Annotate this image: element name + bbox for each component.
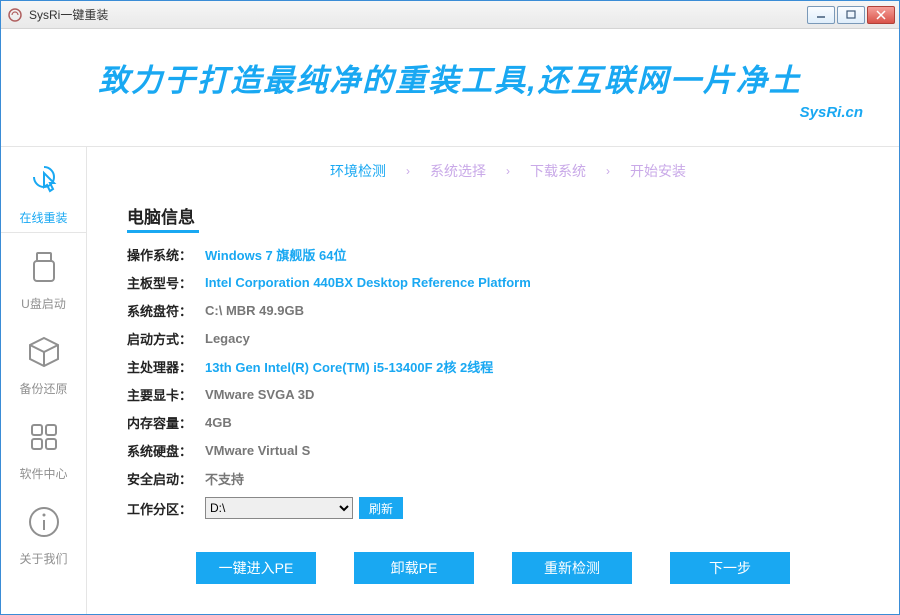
info-value-boot: Legacy [205, 331, 250, 346]
info-value-ram: 4GB [205, 415, 232, 430]
window-title: SysRi一键重装 [29, 6, 807, 23]
chevron-right-icon: › [506, 164, 510, 178]
refresh-button[interactable]: 刷新 [359, 497, 403, 519]
info-label: 主要显卡： [127, 385, 205, 404]
sidebar-item-backup-restore[interactable]: 备份还原 [1, 318, 86, 403]
info-row-boot: 启动方式： Legacy [127, 329, 859, 348]
step-env-check[interactable]: 环境检测 [330, 161, 386, 181]
next-button[interactable]: 下一步 [670, 552, 790, 584]
content: 环境检测 › 系统选择 › 下载系统 › 开始安装 电脑信息 操作系统： Win… [87, 147, 899, 614]
info-row-board: 主板型号： Intel Corporation 440BX Desktop Re… [127, 273, 859, 292]
info-row-os: 操作系统： Windows 7 旗舰版 64位 [127, 245, 859, 264]
sidebar-item-label: 软件中心 [19, 465, 67, 482]
minimize-button[interactable] [807, 6, 835, 24]
info-row-cpu: 主处理器： 13th Gen Intel(R) Core(TM) i5-1340… [127, 357, 859, 376]
sidebar-item-software-center[interactable]: 软件中心 [1, 403, 86, 488]
sidebar-item-usb-boot[interactable]: U盘启动 [1, 233, 86, 318]
banner-site: SysRi.cn [800, 104, 863, 121]
step-install[interactable]: 开始安装 [630, 161, 686, 181]
sidebar: 在线重装 U盘启动 备份还原 [1, 147, 87, 614]
recheck-button[interactable]: 重新检测 [512, 552, 632, 584]
section-title: 电脑信息 [127, 203, 859, 228]
info-label: 操作系统： [127, 245, 205, 264]
info-label: 内存容量： [127, 413, 205, 432]
info-label: 系统盘符： [127, 301, 205, 320]
sidebar-item-label: 在线重装 [19, 209, 67, 226]
footer-buttons: 一键进入PE 卸载PE 重新检测 下一步 [127, 552, 859, 584]
touch-icon [20, 157, 68, 205]
info-row-ram: 内存容量： 4GB [127, 413, 859, 432]
info-row-workpart: 工作分区： D:\ 刷新 [127, 497, 859, 519]
info-label: 启动方式： [127, 329, 205, 348]
step-system-select[interactable]: 系统选择 [430, 161, 486, 181]
info-value-secureboot: 不支持 [205, 469, 244, 488]
apps-icon [20, 413, 68, 461]
sidebar-item-online-reinstall[interactable]: 在线重装 [1, 147, 86, 233]
info-row-secureboot: 安全启动： 不支持 [127, 469, 859, 488]
info-value-os[interactable]: Windows 7 旗舰版 64位 [205, 245, 346, 264]
chevron-right-icon: › [606, 164, 610, 178]
info-value-board[interactable]: Intel Corporation 440BX Desktop Referenc… [205, 275, 531, 290]
workpart-select[interactable]: D:\ [205, 497, 353, 519]
info-row-gpu: 主要显卡： VMware SVGA 3D [127, 385, 859, 404]
sidebar-item-label: U盘启动 [21, 295, 66, 312]
banner: 致力于打造最纯净的重装工具,还互联网一片净土 SysRi.cn [1, 29, 899, 147]
info-icon [20, 498, 68, 546]
info-value-cpu[interactable]: 13th Gen Intel(R) Core(TM) i5-13400F 2核 … [205, 357, 493, 376]
info-label: 系统硬盘： [127, 441, 205, 460]
info-value-gpu: VMware SVGA 3D [205, 387, 314, 402]
unload-pe-button[interactable]: 卸载PE [354, 552, 474, 584]
section-underline [127, 230, 199, 233]
sidebar-item-label: 关于我们 [19, 550, 67, 567]
window-controls [807, 6, 895, 24]
info-row-disk: 系统硬盘： VMware Virtual S [127, 441, 859, 460]
sidebar-item-about[interactable]: 关于我们 [1, 488, 86, 573]
wizard-steps: 环境检测 › 系统选择 › 下载系统 › 开始安装 [157, 161, 859, 181]
step-download[interactable]: 下载系统 [530, 161, 586, 181]
usb-icon [20, 243, 68, 291]
titlebar: SysRi一键重装 [1, 1, 899, 29]
info-label: 主板型号： [127, 273, 205, 292]
info-label: 安全启动： [127, 469, 205, 488]
info-row-sysdrive: 系统盘符： C:\ MBR 49.9GB [127, 301, 859, 320]
main-window: SysRi一键重装 致力于打造最纯净的重装工具,还互联网一片净土 SysRi.c… [0, 0, 900, 615]
banner-slogan: 致力于打造最纯净的重装工具,还互联网一片净土 [98, 55, 802, 100]
app-icon [7, 7, 23, 23]
box-icon [20, 328, 68, 376]
close-button[interactable] [867, 6, 895, 24]
enter-pe-button[interactable]: 一键进入PE [196, 552, 316, 584]
info-label: 工作分区： [127, 499, 205, 518]
maximize-button[interactable] [837, 6, 865, 24]
info-value-disk: VMware Virtual S [205, 443, 310, 458]
info-value-sysdrive: C:\ MBR 49.9GB [205, 303, 304, 318]
info-label: 主处理器： [127, 357, 205, 376]
sidebar-item-label: 备份还原 [19, 380, 67, 397]
chevron-right-icon: › [406, 164, 410, 178]
